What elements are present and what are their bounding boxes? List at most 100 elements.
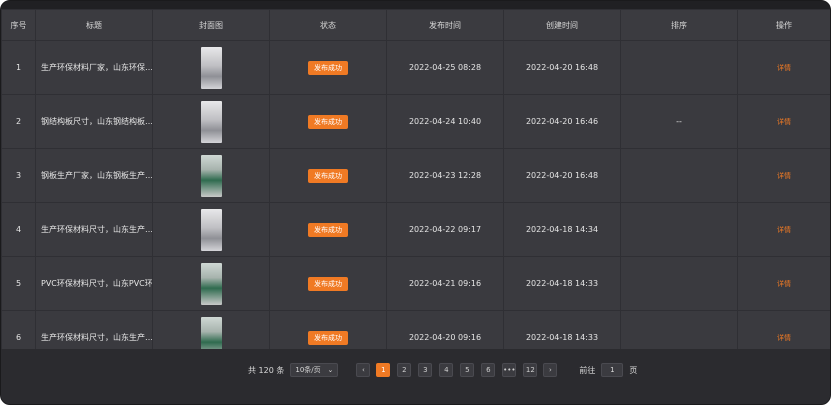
cover-thumbnail[interactable] <box>200 154 222 197</box>
row-publish-time: 2022-04-25 08:28 <box>386 40 504 95</box>
row-sort <box>620 310 738 349</box>
page-button-3[interactable]: 3 <box>418 363 433 377</box>
header-cover: 封面图 <box>152 9 270 41</box>
row-created-time: 2022-04-18 14:33 <box>503 310 621 349</box>
row-title: PVC环保材料尺寸，山东PVC环… <box>35 256 153 311</box>
status-badge: 发布成功 <box>308 114 348 129</box>
detail-link[interactable]: 详情 <box>777 118 791 126</box>
table-header-row: 序号 标题 封面图 状态 发布时间 创建时间 排序 操作 <box>1 9 830 41</box>
page-button-5[interactable]: 5 <box>460 363 475 377</box>
top-bar <box>1 1 830 9</box>
page-size-value: 10条/页 <box>295 366 321 374</box>
more-pages-button[interactable]: ••• <box>502 363 517 377</box>
header-index: 序号 <box>1 9 36 41</box>
total-count: 共 120 条 <box>248 365 285 375</box>
goto-page-input[interactable]: 1 <box>601 363 624 377</box>
table-row: 4 生产环保材料尺寸，山东生产… 发布成功 2022-04-22 09:17 2022-… <box>1 202 830 257</box>
row-title: 生产环保材料尺寸，山东生产… <box>35 310 153 349</box>
row-index: 6 <box>1 310 36 349</box>
row-index: 3 <box>1 148 36 203</box>
app-window: 序号 标题 封面图 状态 发布时间 创建时间 排序 操作 1 生产环保材料厂家，山… <box>0 0 831 405</box>
row-action: 详情 <box>737 202 830 257</box>
cover-thumbnail[interactable] <box>200 208 222 251</box>
cover-thumbnail[interactable] <box>200 100 222 143</box>
row-action: 详情 <box>737 94 830 149</box>
cover-thumbnail[interactable] <box>200 316 222 349</box>
detail-link[interactable]: 详情 <box>777 172 791 180</box>
chevron-left-icon: ‹ <box>361 366 365 374</box>
table-row: 1 生产环保材料厂家，山东环保… 发布成功 2022-04-25 08:28 2022-… <box>1 40 830 95</box>
row-title: 钢板生产厂家，山东钢板生产… <box>35 148 153 203</box>
row-title: 生产环保材料尺寸，山东生产… <box>35 202 153 257</box>
row-status: 发布成功 <box>269 40 387 95</box>
row-cover <box>152 148 270 203</box>
row-cover <box>152 256 270 311</box>
status-badge: 发布成功 <box>308 168 348 183</box>
row-index: 4 <box>1 202 36 257</box>
row-action: 详情 <box>737 40 830 95</box>
status-badge: 发布成功 <box>308 60 348 75</box>
header-sort: 排序 <box>620 9 738 41</box>
header-created-time: 创建时间 <box>503 9 621 41</box>
page-button-1[interactable]: 1 <box>376 363 391 377</box>
row-sort <box>620 256 738 311</box>
page-button-12[interactable]: 12 <box>523 363 538 377</box>
status-badge: 发布成功 <box>308 222 348 237</box>
chevron-down-icon: ⌄ <box>327 366 334 374</box>
page-button-4[interactable]: 4 <box>439 363 454 377</box>
row-created-time: 2022-04-20 16:48 <box>503 40 621 95</box>
cover-thumbnail[interactable] <box>200 46 222 89</box>
row-action: 详情 <box>737 256 830 311</box>
table-row: 3 钢板生产厂家，山东钢板生产… 发布成功 2022-04-23 12:28 2022-… <box>1 148 830 203</box>
row-publish-time: 2022-04-21 09:16 <box>386 256 504 311</box>
row-created-time: 2022-04-18 14:33 <box>503 256 621 311</box>
status-badge: 发布成功 <box>308 330 348 345</box>
page-button-2[interactable]: 2 <box>397 363 412 377</box>
header-action: 操作 <box>737 9 830 41</box>
data-table: 序号 标题 封面图 状态 发布时间 创建时间 排序 操作 1 生产环保材料厂家，山… <box>1 9 830 349</box>
header-title: 标题 <box>35 9 153 41</box>
table-row: 5 PVC环保材料尺寸，山东PVC环… 发布成功 2022-04-21 09:16 20… <box>1 256 830 311</box>
detail-link[interactable]: 详情 <box>777 226 791 234</box>
row-publish-time: 2022-04-23 12:28 <box>386 148 504 203</box>
row-title: 钢结构板尺寸，山东钢结构板… <box>35 94 153 149</box>
row-cover <box>152 94 270 149</box>
prev-page-button[interactable]: ‹ <box>356 363 371 377</box>
header-publish-time: 发布时间 <box>386 9 504 41</box>
header-status: 状态 <box>269 9 387 41</box>
table-row: 2 钢结构板尺寸，山东钢结构板… 发布成功 2022-04-24 10:40 2022-… <box>1 94 830 149</box>
row-action: 详情 <box>737 148 830 203</box>
row-title: 生产环保材料厂家，山东环保… <box>35 40 153 95</box>
row-publish-time: 2022-04-20 09:16 <box>386 310 504 349</box>
row-sort <box>620 148 738 203</box>
row-sort <box>620 202 738 257</box>
row-status: 发布成功 <box>269 256 387 311</box>
detail-link[interactable]: 详情 <box>777 280 791 288</box>
row-status: 发布成功 <box>269 94 387 149</box>
pagination: 共 120 条 10条/页 ⌄ ‹ 1 2 3 4 5 6 ••• 12 › 前往 1 页 <box>248 363 637 377</box>
row-action: 详情 <box>737 310 830 349</box>
next-page-button[interactable]: › <box>543 363 558 377</box>
row-status: 发布成功 <box>269 202 387 257</box>
row-created-time: 2022-04-20 16:48 <box>503 148 621 203</box>
detail-link[interactable]: 详情 <box>777 64 791 72</box>
row-publish-time: 2022-04-24 10:40 <box>386 94 504 149</box>
page-button-6[interactable]: 6 <box>481 363 496 377</box>
goto-suffix: 页 <box>629 365 638 375</box>
row-cover <box>152 40 270 95</box>
table-row: 6 生产环保材料尺寸，山东生产… 发布成功 2022-04-20 09:16 2022-… <box>1 310 830 349</box>
row-publish-time: 2022-04-22 09:17 <box>386 202 504 257</box>
row-sort: -- <box>620 94 738 149</box>
row-sort <box>620 40 738 95</box>
goto-label: 前往 <box>579 365 596 375</box>
row-created-time: 2022-04-18 14:34 <box>503 202 621 257</box>
row-cover <box>152 310 270 349</box>
cover-thumbnail[interactable] <box>200 262 222 305</box>
row-status: 发布成功 <box>269 310 387 349</box>
status-badge: 发布成功 <box>308 276 348 291</box>
row-index: 2 <box>1 94 36 149</box>
page-size-select[interactable]: 10条/页 ⌄ <box>290 363 339 377</box>
row-index: 1 <box>1 40 36 95</box>
detail-link[interactable]: 详情 <box>777 334 791 342</box>
pagination-bar: 共 120 条 10条/页 ⌄ ‹ 1 2 3 4 5 6 ••• 12 › 前往 1 页 <box>1 349 830 404</box>
